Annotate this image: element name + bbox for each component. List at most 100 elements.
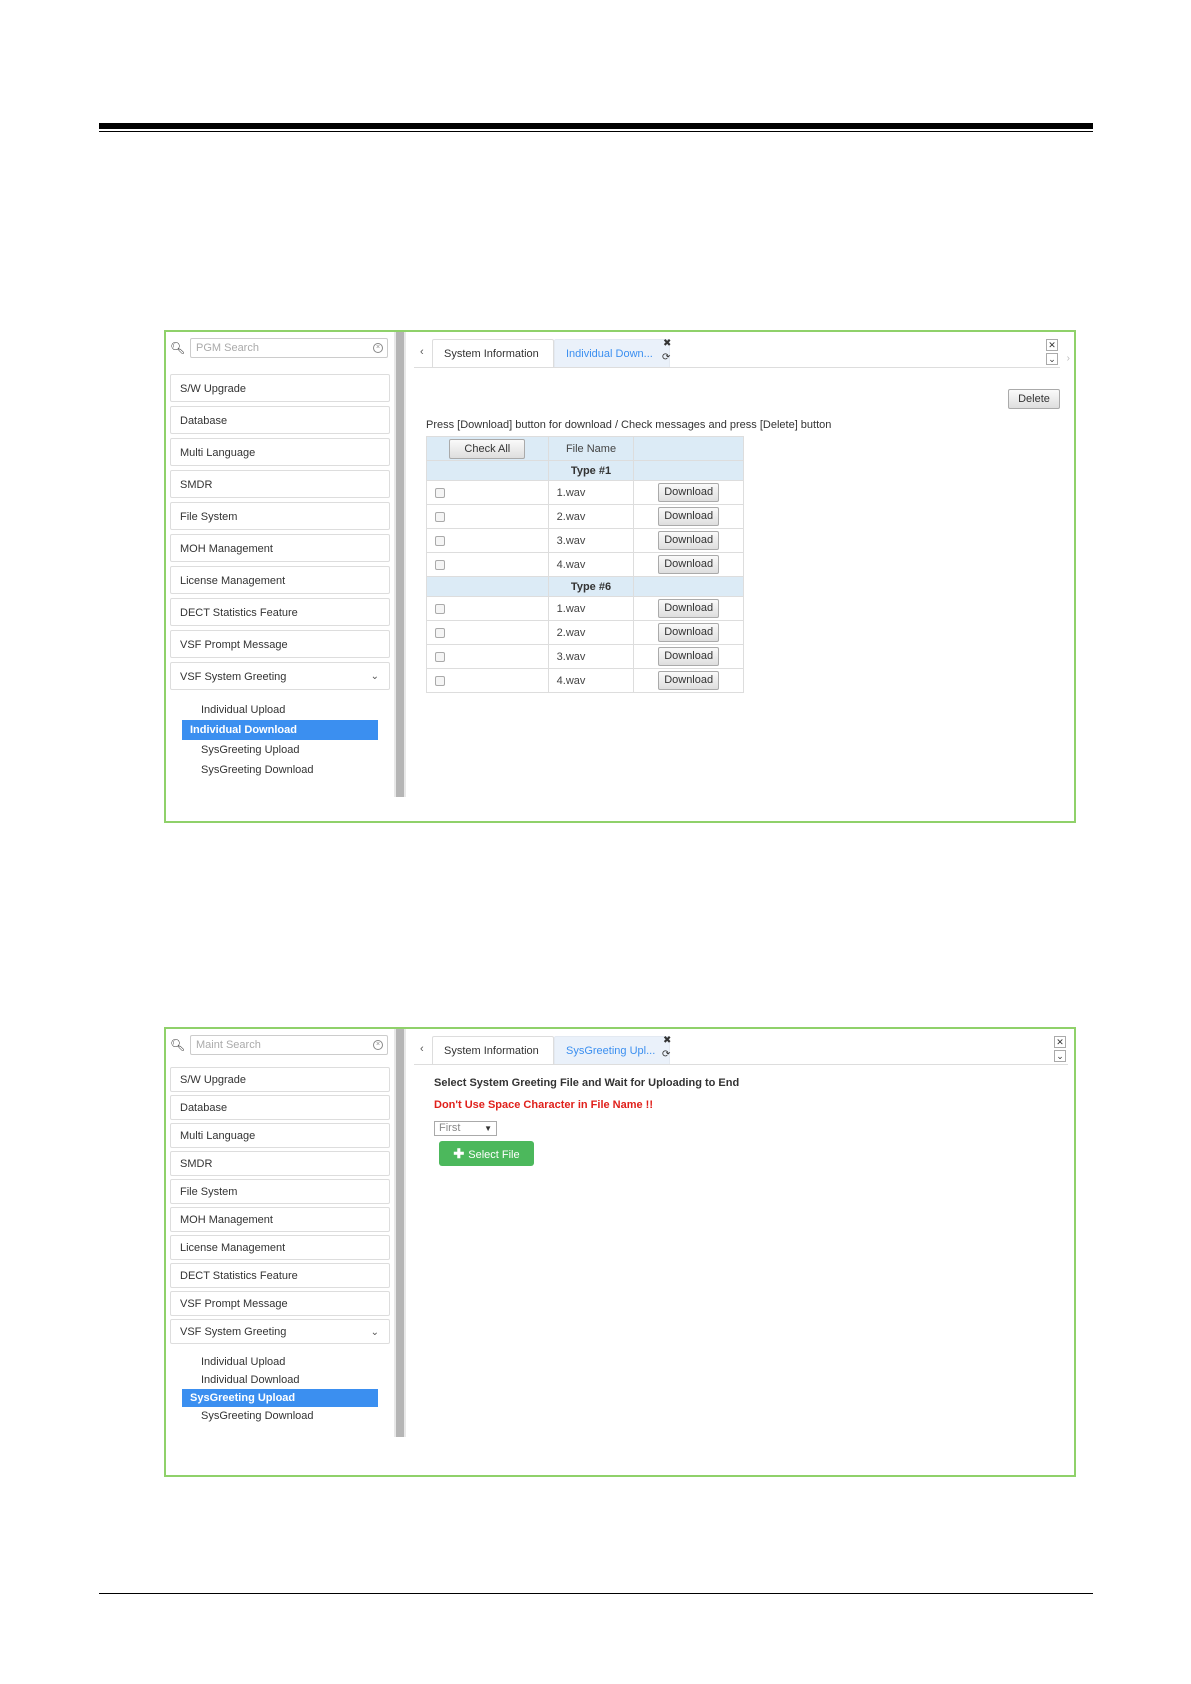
sidebar-item-file-system[interactable]: File System (170, 1179, 390, 1204)
sidebar-item-label: VSF Prompt Message (180, 639, 288, 651)
tab-system-information[interactable]: System Information (432, 339, 554, 367)
sidebar-item-multi-language[interactable]: Multi Language (170, 438, 390, 466)
chevron-down-icon[interactable]: ⌄ (1054, 1050, 1066, 1062)
row-checkbox[interactable] (435, 651, 445, 662)
submenu-item-sysgreeting-download[interactable]: SysGreeting Download (182, 1407, 378, 1425)
sidebar-item-label: Database (180, 415, 228, 427)
close-icon[interactable]: ✕ (1046, 339, 1058, 351)
sidebar-item-dect-statistics-feature[interactable]: DECT Statistics Feature (170, 598, 390, 626)
submenu-item-individual-download[interactable]: Individual Download (182, 1371, 378, 1389)
submenu-item-sysgreeting-download[interactable]: SysGreeting Download (182, 760, 378, 780)
page-header-rule (99, 123, 1093, 129)
search-input[interactable]: PGM Search × (190, 338, 388, 358)
search-input[interactable]: Maint Search × (190, 1035, 388, 1055)
maint-search: 🔍︎ Maint Search × (168, 1035, 390, 1057)
sidebar-item-database[interactable]: Database (170, 406, 390, 434)
sidebar-item-smdr[interactable]: SMDR (170, 470, 390, 498)
download-button[interactable]: Download (658, 647, 720, 666)
sidebar-item-label: File System (180, 1186, 238, 1198)
sidebar-item-label: SMDR (180, 479, 213, 491)
tab-label: System Information (444, 348, 539, 360)
download-button[interactable]: Download (658, 483, 720, 502)
sidebar-scrollbar[interactable] (394, 332, 406, 797)
download-button[interactable]: Download (658, 555, 720, 574)
tab-sysgreeting-upload[interactable]: SysGreeting Upl... (554, 1036, 670, 1064)
tab-prev-icon[interactable]: ‹ (420, 1043, 424, 1055)
sidebar-item-moh-management[interactable]: MOH Management (170, 534, 390, 562)
sidebar-item-vsf-system-greeting[interactable]: VSF System Greeting ⌄ (170, 1319, 390, 1344)
upload-warning: Don't Use Space Character in File Name !… (434, 1099, 654, 1111)
tab-individual-download[interactable]: Individual Down... (554, 339, 670, 367)
chevron-down-icon[interactable]: ⌄ (1046, 353, 1058, 365)
tab-prev-icon[interactable]: ‹ (420, 346, 424, 358)
sidebar-item-s-w-upgrade[interactable]: S/W Upgrade (170, 374, 390, 402)
download-button[interactable]: Download (658, 623, 720, 642)
download-cell: Download (633, 620, 744, 645)
search-icon: 🔍︎ (170, 341, 186, 355)
sidebar-scrollbar[interactable] (394, 1029, 406, 1437)
sidebar-item-file-system[interactable]: File System (170, 502, 390, 530)
sidebar-item-label: License Management (180, 1242, 286, 1254)
sidebar-item-s-w-upgrade[interactable]: S/W Upgrade (170, 1067, 390, 1092)
sidebar-item-label: MOH Management (180, 1214, 273, 1226)
scrollbar-thumb[interactable] (396, 1029, 404, 1437)
scrollbar-thumb[interactable] (396, 332, 404, 797)
tab-next-icon[interactable]: › (1067, 353, 1070, 364)
tab-system-information[interactable]: System Information (432, 1036, 554, 1064)
download-table: Check All File Name Type #1 1.wav Download… (426, 436, 744, 693)
row-checkbox[interactable] (435, 603, 445, 614)
table-row: 3.wav Download (426, 644, 744, 669)
sidebar-item-label: S/W Upgrade (180, 1074, 247, 1086)
type-cell-empty (633, 576, 744, 597)
file-name-cell: 3.wav (547, 644, 635, 669)
checkbox-cell (426, 644, 549, 669)
sidebar-item-multi-language[interactable]: Multi Language (170, 1123, 390, 1148)
submenu-item-individual-download[interactable]: Individual Download (182, 720, 378, 740)
sidebar: 🔍︎ PGM Search × S/W Upgrade Database Multi… (166, 332, 394, 795)
submenu-item-individual-upload[interactable]: Individual Upload (182, 700, 378, 720)
submenu-item-sysgreeting-upload[interactable]: SysGreeting Upload (182, 740, 378, 760)
close-tab-icon[interactable]: ✖ (663, 338, 671, 349)
close-icon[interactable]: ✕ (1054, 1036, 1066, 1048)
chevron-down-icon[interactable]: ⌄ (371, 663, 379, 691)
submenu-item-sysgreeting-upload[interactable]: SysGreeting Upload (182, 1389, 378, 1407)
row-checkbox[interactable] (435, 511, 445, 522)
sidebar-item-vsf-prompt-message[interactable]: VSF Prompt Message (170, 1291, 390, 1316)
sidebar-item-vsf-system-greeting[interactable]: VSF System Greeting ⌄ (170, 662, 390, 690)
sidebar-submenu: Individual Upload Individual Download SysG… (170, 1347, 390, 1425)
download-button[interactable]: Download (658, 599, 720, 618)
chevron-down-icon[interactable]: ⌄ (371, 1320, 379, 1345)
sidebar-item-smdr[interactable]: SMDR (170, 1151, 390, 1176)
clear-search-icon[interactable]: × (373, 1040, 383, 1050)
download-cell: Download (633, 504, 744, 529)
download-cell: Download (633, 596, 744, 621)
sidebar-item-license-management[interactable]: License Management (170, 566, 390, 594)
row-checkbox[interactable] (435, 559, 445, 570)
refresh-tab-icon[interactable]: ⟳ (662, 1049, 670, 1060)
row-checkbox[interactable] (435, 627, 445, 638)
row-checkbox[interactable] (435, 487, 445, 498)
check-all-button[interactable]: Check All (449, 438, 526, 459)
sidebar-item-label: Multi Language (180, 1130, 256, 1142)
close-tab-icon[interactable]: ✖ (663, 1035, 671, 1046)
sidebar-item-database[interactable]: Database (170, 1095, 390, 1120)
download-button[interactable]: Download (658, 531, 720, 550)
refresh-tab-icon[interactable]: ⟳ (662, 352, 670, 363)
sidebar: 🔍︎ Maint Search × S/W Upgrade Database Mul… (166, 1029, 394, 1449)
greeting-select[interactable]: First ▼ (434, 1121, 497, 1136)
download-button[interactable]: Download (658, 671, 720, 690)
sidebar-item-vsf-prompt-message[interactable]: VSF Prompt Message (170, 630, 390, 658)
sidebar-item-dect-statistics-feature[interactable]: DECT Statistics Feature (170, 1263, 390, 1288)
window-controls: ✕ ⌄ (1046, 339, 1060, 367)
submenu-item-individual-upload[interactable]: Individual Upload (182, 1353, 378, 1371)
sidebar-item-license-management[interactable]: License Management (170, 1235, 390, 1260)
delete-button[interactable]: Delete (1008, 389, 1060, 409)
download-cell: Download (633, 480, 744, 505)
sidebar-item-moh-management[interactable]: MOH Management (170, 1207, 390, 1232)
select-file-button[interactable]: ✚ Select File (439, 1141, 534, 1166)
clear-search-icon[interactable]: × (373, 343, 383, 353)
file-name-cell: 1.wav (547, 596, 635, 621)
row-checkbox[interactable] (435, 535, 445, 546)
row-checkbox[interactable] (435, 675, 445, 686)
download-button[interactable]: Download (658, 507, 720, 526)
